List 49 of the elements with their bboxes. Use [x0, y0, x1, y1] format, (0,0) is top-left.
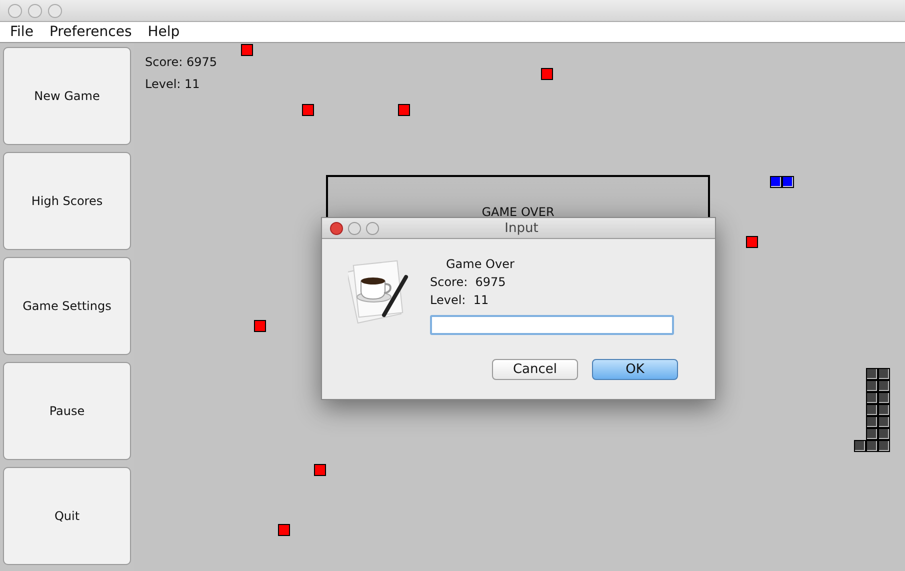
stacked-block: [866, 392, 878, 404]
stacked-block: [878, 380, 890, 392]
menu-item[interactable]: File: [2, 24, 42, 40]
score-label: Score: 6975: [145, 55, 218, 69]
stacked-block: [878, 440, 890, 452]
sidebar-button[interactable]: High Scores: [3, 152, 131, 250]
dialog-zoom-button[interactable]: [366, 222, 379, 234]
dialog-minimize-button[interactable]: [348, 222, 361, 234]
window-minimize-button[interactable]: [28, 4, 42, 18]
stacked-block: [866, 440, 878, 452]
window-zoom-button[interactable]: [48, 4, 62, 18]
pellet-block: [254, 320, 266, 332]
stacked-block: [866, 416, 878, 428]
dialog-close-button[interactable]: [330, 222, 343, 234]
sidebar-button[interactable]: New Game: [3, 47, 131, 145]
stacked-block: [854, 440, 866, 452]
pellet-block: [541, 68, 553, 80]
stacked-block: [866, 404, 878, 416]
pellet-block: [398, 104, 410, 116]
dialog-title: Input: [504, 220, 540, 236]
pellet-block: [314, 464, 326, 476]
stacked-block: [866, 368, 878, 380]
dialog-message: Game Over: [445, 257, 516, 271]
stacked-block: [866, 428, 878, 440]
stacked-block: [878, 392, 890, 404]
dialog-score: Score: 6975: [430, 275, 507, 289]
pellet-block: [746, 236, 758, 248]
sidebar-button[interactable]: Pause: [3, 362, 131, 460]
menu-item[interactable]: Preferences: [41, 24, 140, 40]
pellet-block: [241, 44, 253, 56]
pellet-block: [302, 104, 314, 116]
stacked-block: [878, 416, 890, 428]
cancel-button[interactable]: Cancel: [492, 359, 578, 380]
stacked-block: [878, 404, 890, 416]
stacked-block: [878, 428, 890, 440]
sidebar-button[interactable]: Quit: [3, 467, 131, 565]
sidebar-button[interactable]: Game Settings: [3, 257, 131, 355]
ok-button[interactable]: OK: [592, 359, 678, 380]
falling-block: [770, 176, 782, 188]
pellet-block: [278, 524, 290, 536]
dialog-level: Level: 11: [430, 293, 490, 307]
falling-block: [782, 176, 794, 188]
level-label: Level: 11: [145, 77, 201, 91]
stacked-block: [866, 380, 878, 392]
name-input-field[interactable]: [430, 315, 674, 335]
window-close-button[interactable]: [8, 4, 22, 18]
menu-item[interactable]: Help: [140, 24, 188, 40]
game-over-text: GAME OVER: [482, 205, 554, 219]
stacked-block: [878, 368, 890, 380]
